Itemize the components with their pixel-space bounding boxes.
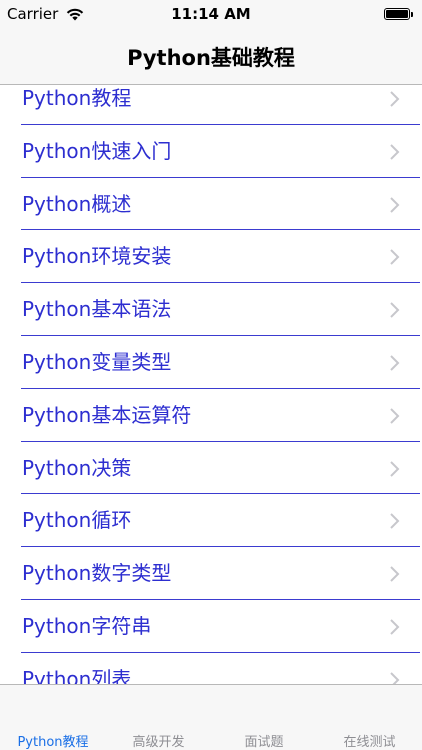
list-item-label: Python基本语法	[22, 297, 172, 322]
battery-fill	[386, 10, 408, 18]
chevron-right-icon	[389, 91, 400, 107]
chevron-right-icon	[389, 513, 400, 530]
chevron-right-icon	[389, 408, 400, 424]
list-item[interactable]: Python基本运算符	[0, 388, 422, 442]
chevron-right-icon	[389, 302, 400, 318]
status-bar: Carrier 11:14 AM	[0, 0, 422, 28]
tab-3[interactable]: 面试题	[211, 731, 317, 750]
chevron-right-icon	[389, 144, 400, 160]
list-item[interactable]: Python概述	[0, 177, 422, 231]
chevron-right-icon	[389, 672, 400, 684]
list-item-label: Python数字类型	[22, 561, 172, 586]
chevron-right-icon	[389, 249, 400, 266]
list-item[interactable]: Python字符串	[0, 599, 422, 653]
chevron-right-icon	[389, 619, 400, 635]
list-item[interactable]: Python循环	[0, 494, 422, 548]
list-item[interactable]: Python决策	[0, 441, 422, 495]
list-item-label: Python字符串	[22, 613, 152, 638]
list-item[interactable]: Python数字类型	[0, 547, 422, 600]
list-item-label: Python教程	[22, 86, 132, 110]
list-item-label: Python列表	[22, 666, 132, 684]
list-item[interactable]: Python基本语法	[0, 283, 422, 336]
list-item-label: Python循环	[22, 508, 132, 533]
tab-1[interactable]: Python教程	[0, 731, 106, 750]
list-item[interactable]: Python变量类型	[0, 335, 422, 389]
list-item-label: Python环境安装	[22, 244, 172, 269]
tab-4[interactable]: 在线测试	[317, 731, 422, 750]
list-item-label: Python快速入门	[22, 138, 172, 163]
chevron-right-icon	[389, 196, 400, 213]
navigation-bar: Python基础教程	[0, 28, 422, 85]
list-item[interactable]: Python列表	[0, 652, 422, 684]
list-item[interactable]: Python快速入门	[0, 124, 422, 178]
list-item[interactable]: Python教程	[0, 86, 422, 125]
battery-icon	[384, 8, 413, 20]
list-item-label: Python基本运算符	[22, 402, 192, 427]
tutorial-list[interactable]: Python教程 Python快速入门 Python概述 Python环境安装 Pyth…	[0, 86, 422, 684]
chevron-right-icon	[389, 355, 400, 371]
chevron-right-icon	[389, 566, 400, 582]
status-time: 11:14 AM	[171, 5, 251, 23]
list-item-label: Python变量类型	[22, 349, 172, 374]
list-item-label: Python决策	[22, 455, 132, 480]
tab-2[interactable]: 高级开发	[106, 731, 212, 750]
tab-bar: Python教程 高级开发 面试题 在线测试	[0, 684, 422, 750]
page-title: Python基础教程	[127, 46, 295, 70]
chevron-right-icon	[389, 460, 400, 477]
list-item-label: Python概述	[22, 191, 132, 216]
app-screen: Carrier 11:14 AM Python基础教程 Python教程 Pyth…	[0, 0, 422, 750]
list-item[interactable]: Python环境安装	[0, 230, 422, 284]
